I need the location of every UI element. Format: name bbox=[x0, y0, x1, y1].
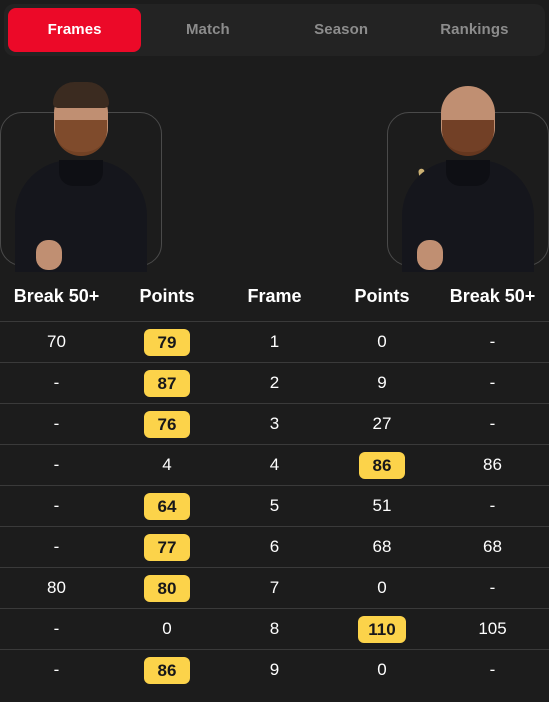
header-points-right: Points bbox=[354, 286, 410, 306]
header-break-right: Break 50+ bbox=[449, 286, 536, 306]
table-header-row: Break 50+ Points Frame Points Break 50+ bbox=[0, 278, 549, 322]
player-hand-right bbox=[417, 240, 443, 270]
cell-points-right: 9 bbox=[328, 362, 436, 404]
cell-break-right: 68 bbox=[436, 526, 549, 568]
highlight-badge: 77 bbox=[144, 533, 190, 561]
highlight-badge: 79 bbox=[144, 328, 190, 356]
cell-points-left: 4 bbox=[113, 444, 221, 486]
cell-break-left: - bbox=[0, 649, 113, 690]
cell-break-left: - bbox=[0, 608, 113, 650]
header-frame: Frame bbox=[247, 286, 302, 306]
frames-table: Break 50+ Points Frame Points Break 50+ … bbox=[0, 278, 549, 690]
cell-points-left: 76 bbox=[113, 403, 221, 445]
player-collar-left bbox=[59, 160, 103, 186]
cell-points-right: 0 bbox=[328, 567, 436, 609]
cell-break-right: - bbox=[436, 362, 549, 404]
player-beard-right bbox=[442, 120, 494, 156]
cell-frame: 4 bbox=[221, 444, 328, 486]
cell-points-left: 86 bbox=[113, 649, 221, 690]
cell-break-left: 70 bbox=[0, 321, 113, 363]
player-hand-left bbox=[36, 240, 62, 270]
cell-points-left: 0 bbox=[113, 608, 221, 650]
cell-frame: 5 bbox=[221, 485, 328, 527]
cell-break-left: - bbox=[0, 485, 113, 527]
highlight-badge: 64 bbox=[144, 492, 190, 520]
cell-points-right: 51 bbox=[328, 485, 436, 527]
highlight-badge: 86 bbox=[359, 451, 405, 479]
table-row[interactable]: -76 3 27- bbox=[0, 403, 549, 445]
player-card-left[interactable] bbox=[0, 64, 162, 272]
table-row[interactable]: -77 6 68 68 bbox=[0, 526, 549, 568]
highlight-badge: 87 bbox=[144, 369, 190, 397]
cell-break-right: 86 bbox=[436, 444, 549, 486]
cell-points-right: 0 bbox=[328, 321, 436, 363]
tab-season[interactable]: Season bbox=[275, 8, 408, 52]
table-row[interactable]: 80 80 7 0- bbox=[0, 567, 549, 609]
player-photo-left bbox=[0, 64, 162, 272]
table-row[interactable]: -64 5 51- bbox=[0, 485, 549, 527]
player-beard-left bbox=[55, 120, 107, 156]
highlight-badge: 86 bbox=[144, 656, 190, 684]
cell-break-left: - bbox=[0, 362, 113, 404]
cell-break-right: - bbox=[436, 567, 549, 609]
tab-bar: Frames Match Season Rankings bbox=[4, 4, 545, 56]
tab-match[interactable]: Match bbox=[141, 8, 274, 52]
cell-frame: 1 bbox=[221, 321, 328, 363]
cell-points-right: 110 bbox=[328, 608, 436, 650]
highlight-badge: 80 bbox=[144, 574, 190, 602]
player-hair-right bbox=[440, 82, 496, 108]
table-row[interactable]: -4 4 86 86 bbox=[0, 444, 549, 486]
cell-points-left: 87 bbox=[113, 362, 221, 404]
cell-break-right: - bbox=[436, 485, 549, 527]
cell-break-right: - bbox=[436, 649, 549, 690]
tab-bar-container: Frames Match Season Rankings bbox=[0, 0, 549, 56]
cell-frame: 3 bbox=[221, 403, 328, 445]
tab-rankings[interactable]: Rankings bbox=[408, 8, 541, 52]
table-row[interactable]: -87 2 9- bbox=[0, 362, 549, 404]
cell-break-left: - bbox=[0, 444, 113, 486]
highlight-badge: 76 bbox=[144, 410, 190, 438]
cell-break-left: - bbox=[0, 526, 113, 568]
table-row[interactable]: 70 79 1 0- bbox=[0, 321, 549, 363]
cell-points-left: 64 bbox=[113, 485, 221, 527]
frames-table-body: 70 79 1 0- -87 2 9- -76 3 27- -4 4 86 86-64 5 51- -77 6 68… bbox=[0, 321, 549, 690]
cell-points-left: 79 bbox=[113, 321, 221, 363]
cell-frame: 9 bbox=[221, 649, 328, 690]
cell-break-right: - bbox=[436, 321, 549, 363]
cell-points-left: 80 bbox=[113, 567, 221, 609]
cell-points-left: 77 bbox=[113, 526, 221, 568]
cell-frame: 7 bbox=[221, 567, 328, 609]
cell-break-right: 105 bbox=[436, 608, 549, 650]
cell-break-left: - bbox=[0, 403, 113, 445]
cell-points-right: 0 bbox=[328, 649, 436, 690]
cell-frame: 8 bbox=[221, 608, 328, 650]
table-row[interactable]: -0 8 110 105 bbox=[0, 608, 549, 650]
cell-points-right: 68 bbox=[328, 526, 436, 568]
cell-points-right: 27 bbox=[328, 403, 436, 445]
table-row[interactable]: -86 9 0- bbox=[0, 649, 549, 690]
player-photo-right bbox=[387, 64, 549, 272]
cell-frame: 6 bbox=[221, 526, 328, 568]
tab-frames[interactable]: Frames bbox=[8, 8, 142, 52]
player-collar-right bbox=[446, 160, 490, 186]
player-hair-left bbox=[53, 82, 109, 108]
highlight-badge: 110 bbox=[358, 615, 406, 643]
cell-break-right: - bbox=[436, 403, 549, 445]
header-break-left: Break 50+ bbox=[13, 286, 100, 306]
header-points-left: Points bbox=[139, 286, 195, 306]
cell-frame: 2 bbox=[221, 362, 328, 404]
players-row bbox=[0, 64, 549, 272]
cell-points-right: 86 bbox=[328, 444, 436, 486]
player-card-right[interactable] bbox=[387, 64, 549, 272]
cell-break-left: 80 bbox=[0, 567, 113, 609]
